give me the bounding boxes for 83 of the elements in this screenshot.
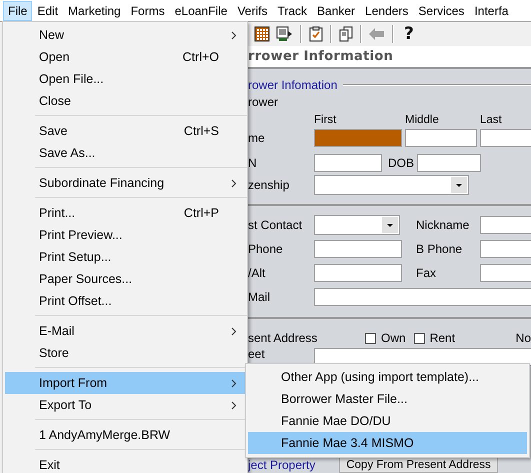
menu-item[interactable]: Fannie Mae 3.4 MISMO (248, 432, 527, 454)
copy-icon[interactable] (338, 26, 354, 42)
field-label: B Phone (416, 242, 462, 256)
field-label: Mail (248, 290, 270, 304)
field-label: Rent (430, 331, 456, 345)
input-field[interactable] (480, 240, 531, 258)
input-field[interactable] (314, 154, 382, 172)
menu-item[interactable]: Print... Ctrl+P (5, 202, 245, 224)
input-field[interactable] (480, 264, 531, 282)
field-label: st Contact (248, 218, 302, 232)
chevron-right-icon (231, 30, 237, 40)
menu-item[interactable]: File (3, 0, 32, 20)
menu-item[interactable]: Interfa (469, 0, 514, 20)
menu-item[interactable]: Services (413, 0, 470, 20)
input-field[interactable] (314, 288, 531, 306)
menu-item[interactable]: Marketing (63, 0, 126, 20)
checkbox[interactable] (414, 332, 425, 344)
section-heading: rower Infomation (248, 78, 338, 92)
menu-item[interactable]: New (5, 24, 245, 46)
menu-item[interactable]: Close (5, 90, 245, 112)
menu-item[interactable]: Track (272, 0, 312, 20)
field-label: me (248, 131, 265, 145)
chevron-right-icon (231, 326, 237, 336)
menu-item[interactable]: Print Preview... (5, 224, 245, 246)
field-label: /Alt (248, 266, 266, 280)
field-label: zenship (248, 178, 290, 192)
input-field[interactable] (417, 154, 482, 172)
document-icon[interactable] (276, 26, 294, 42)
caret-icon (382, 217, 398, 233)
input-field[interactable] (314, 240, 402, 258)
caret-icon (451, 177, 467, 193)
calculator-icon[interactable] (254, 26, 270, 42)
column-header: Last (480, 114, 502, 126)
input-field[interactable] (314, 129, 402, 147)
menu-item[interactable]: Save As... (5, 142, 245, 164)
menu-item[interactable]: Subordinate Financing (5, 172, 245, 194)
chevron-right-icon (231, 378, 237, 388)
menu-item[interactable]: 1 AndyAmyMerge.BRW (5, 424, 245, 446)
menu-item[interactable]: Borrower Master File... (248, 388, 527, 410)
field-label: Own (381, 331, 406, 345)
menu-item[interactable]: Edit (32, 0, 64, 20)
chevron-right-icon (231, 400, 237, 410)
menu-item[interactable]: Open Ctrl+O (5, 46, 245, 68)
menu-item[interactable]: eLoanFile (170, 0, 232, 20)
dropdown-field[interactable] (314, 215, 400, 235)
checkbox[interactable] (365, 332, 376, 344)
dropdown-field[interactable] (314, 175, 469, 195)
menu-item[interactable]: Import From (5, 372, 245, 394)
chevron-right-icon (231, 178, 237, 188)
input-field[interactable] (480, 216, 531, 234)
menu-item[interactable]: Other App (using import template)... (248, 366, 527, 388)
field-label: Nickname (416, 218, 470, 232)
field-label: sent Address (248, 331, 318, 345)
input-field[interactable] (314, 264, 402, 282)
menu-item[interactable]: Export To (5, 394, 245, 416)
menu-item[interactable]: Save Ctrl+S (5, 120, 245, 142)
form-title: rrower Information (248, 46, 531, 69)
menu-item[interactable]: Print Setup... (5, 246, 245, 268)
column-header: First (314, 114, 336, 126)
menu-item[interactable]: Print Offset... (5, 290, 245, 312)
menu-item[interactable]: Exit (5, 454, 245, 473)
menu-item[interactable]: Lenders (360, 0, 414, 20)
column-header: Middle (405, 114, 439, 126)
field-label: DOB (388, 156, 414, 170)
menu-item[interactable]: Store (5, 342, 245, 364)
help-icon[interactable]: ? (400, 26, 418, 42)
menu-item[interactable]: Verifs (232, 0, 272, 20)
input-field[interactable] (480, 129, 531, 147)
menu-item[interactable]: Open File... (5, 68, 245, 90)
field-label: eet (248, 347, 265, 361)
input-field[interactable] (405, 129, 477, 147)
menu-item[interactable]: Banker (312, 0, 360, 20)
section-heading: ject Property (248, 458, 316, 472)
field-label: Fax (416, 266, 436, 280)
field-label: rower (248, 95, 278, 109)
menu-item[interactable]: E-Mail (5, 320, 245, 342)
field-label: Phone (248, 242, 283, 256)
menu-item[interactable]: Paper Sources... (5, 268, 245, 290)
menu-item[interactable]: Forms (126, 0, 170, 20)
field-label: N (248, 156, 257, 170)
clipboard-icon[interactable] (308, 26, 324, 42)
menu-item[interactable]: Fannie Mae DO/DU (248, 410, 527, 432)
field-label: No (516, 331, 531, 345)
